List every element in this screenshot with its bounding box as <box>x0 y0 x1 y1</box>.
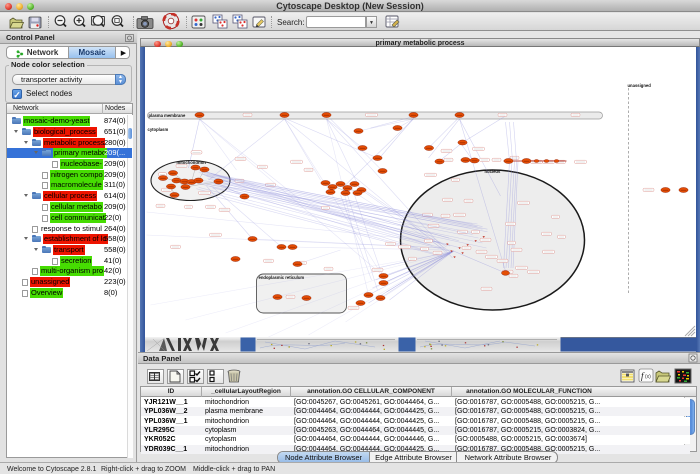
svg-text:nucleus: nucleus <box>484 169 500 174</box>
svg-text:cytoplasm: cytoplasm <box>147 127 168 132</box>
svg-text:unassigned: unassigned <box>627 83 651 88</box>
svg-text:(x): (x) <box>645 374 651 380</box>
svg-text:plasma membrane: plasma membrane <box>148 113 185 118</box>
